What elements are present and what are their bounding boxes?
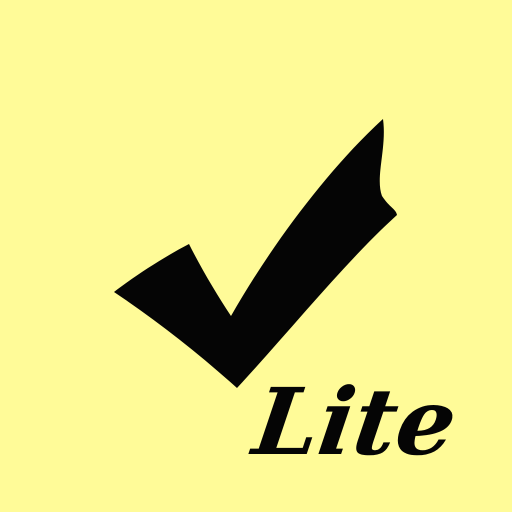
app-icon: Lite <box>0 0 512 512</box>
checkmark-shape <box>114 119 397 388</box>
lite-badge-text: Lite <box>247 368 464 476</box>
